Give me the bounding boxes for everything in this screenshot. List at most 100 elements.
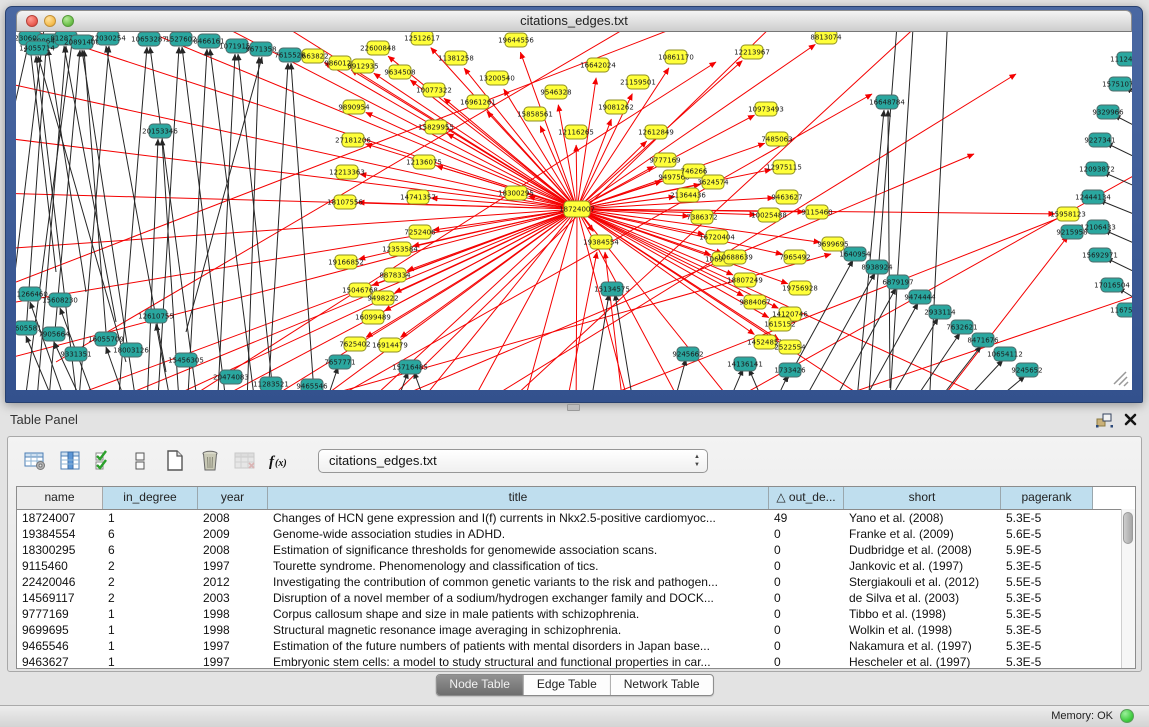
table-cell: Structural magnetic resonance image aver… xyxy=(268,622,769,638)
column-header-out_de[interactable]: △ out_de... xyxy=(769,487,844,509)
table-cell: Corpus callosum shape and size in male p… xyxy=(268,606,769,622)
merge-rows-icon[interactable] xyxy=(127,449,153,473)
graph-node-label: 13200540 xyxy=(479,75,515,83)
close-traffic-light-icon[interactable] xyxy=(26,15,38,27)
close-panel-icon[interactable] xyxy=(1124,413,1137,431)
graph-node-label: 15692971 xyxy=(1082,252,1118,260)
table-row[interactable]: 969969511998Structural magnetic resonanc… xyxy=(17,622,1135,638)
table-cell: 2008 xyxy=(198,542,268,558)
black-edge xyxy=(386,372,408,390)
graph-node-label: 9777169 xyxy=(649,157,680,165)
scrollbar-thumb[interactable] xyxy=(1123,512,1133,544)
table-cell: Estimation of significance thresholds fo… xyxy=(268,542,769,558)
graph-node-label: 16099489 xyxy=(355,314,391,322)
network-canvas[interactable]: 2260084896345081251261710077322113812581… xyxy=(16,32,1132,390)
table-cell: 5.5E-5 xyxy=(1001,574,1093,590)
table-cell: 0 xyxy=(769,606,844,622)
table-settings-icon[interactable] xyxy=(22,449,48,473)
column-header-in_degree[interactable]: in_degree xyxy=(103,487,198,509)
graph-node-label: 9115460 xyxy=(801,209,832,217)
graph-node-label: 9245652 xyxy=(1011,367,1042,375)
table-panel-title: Table Panel xyxy=(10,412,78,427)
table-select-dropdown[interactable]: citations_edges.txt ▲▼ xyxy=(318,449,708,473)
table-cell: 0 xyxy=(769,622,844,638)
table-row[interactable]: 1872400712008Changes of HCN gene express… xyxy=(17,510,1135,526)
table-row[interactable]: 2242004622012Investigating the contribut… xyxy=(17,574,1135,590)
graph-node-label: 7252406 xyxy=(404,229,436,237)
graph-node-label: 6879197 xyxy=(882,279,913,287)
new-table-icon[interactable] xyxy=(162,449,188,473)
graph-node-label: 20153346 xyxy=(142,128,178,136)
graph-node-label: 11124047 xyxy=(1110,56,1132,64)
network-window-titlebar[interactable]: citations_edges.txt xyxy=(16,10,1132,32)
table-row[interactable]: 946554611997Estimation of the future num… xyxy=(17,638,1135,654)
graph-node-label: 15958123 xyxy=(1050,211,1086,219)
table-cell: 0 xyxy=(769,558,844,574)
graph-node-label: 9890954 xyxy=(338,104,370,112)
table-cell: 1 xyxy=(103,638,198,654)
red-edge xyxy=(16,209,577,252)
red-edge xyxy=(36,209,577,390)
graph-node-label: 18807249 xyxy=(727,277,763,285)
column-header-title[interactable]: title xyxy=(268,487,769,509)
graph-node-label: 12093872 xyxy=(1079,166,1115,174)
table-cell: Changes of HCN gene expression and I(f) … xyxy=(268,510,769,526)
network-window[interactable]: citations_edges.txt 22600848963450812512… xyxy=(5,6,1143,403)
tab-node-table[interactable]: Node Table xyxy=(436,675,524,695)
graph-node-label: 746266 xyxy=(681,168,708,176)
black-edge xyxy=(666,359,686,390)
graph-node-label: 1733426 xyxy=(774,367,806,375)
tab-network-table[interactable]: Network Table xyxy=(611,675,713,695)
red-edge xyxy=(176,32,577,209)
graph-node-label: 12612849 xyxy=(638,129,674,137)
graph-node-label: 19166852 xyxy=(328,259,364,267)
graph-node-label: 10654112 xyxy=(987,351,1023,359)
table-row[interactable]: 977716911998Corpus callosum shape and si… xyxy=(17,606,1135,622)
graph-node-label: 2933114 xyxy=(924,309,956,317)
black-edge xyxy=(291,63,316,390)
graph-node-label: 18300295 xyxy=(498,190,534,198)
table-cell: Tourette syndrome. Phenomenology and cla… xyxy=(268,558,769,574)
graph-node-label: 12213363 xyxy=(329,169,365,177)
table-cell: 1998 xyxy=(198,622,268,638)
table-row[interactable]: 1830029562008Estimation of significance … xyxy=(17,542,1135,558)
graph-node-label: 14055714 xyxy=(19,45,55,53)
graph-node-label: 7657771 xyxy=(324,359,355,367)
column-header-name[interactable]: name xyxy=(17,487,103,509)
zoom-traffic-light-icon[interactable] xyxy=(62,15,74,27)
vertical-scrollbar[interactable] xyxy=(1121,509,1135,668)
column-header-year[interactable]: year xyxy=(198,487,268,509)
graph-node-label: 1640954 xyxy=(839,251,871,259)
check-rows-icon[interactable] xyxy=(92,449,118,473)
table-row[interactable]: 1456911722003Disruption of a novel membe… xyxy=(17,590,1135,606)
table-cell: 6 xyxy=(103,542,198,558)
minimize-traffic-light-icon[interactable] xyxy=(44,15,56,27)
graph-node-label: 8471676 xyxy=(967,337,999,345)
resize-grip-icon[interactable] xyxy=(1114,372,1128,386)
black-edge xyxy=(266,63,288,390)
table-row[interactable]: 911546021997Tourette syndrome. Phenomeno… xyxy=(17,558,1135,574)
table-row[interactable]: 1938455462009Genome-wide association stu… xyxy=(17,526,1135,542)
graph-node-label: 16914479 xyxy=(372,342,408,350)
table-cell: 5.3E-5 xyxy=(1001,622,1093,638)
graph-node-label: 7965492 xyxy=(779,254,810,262)
column-header-short[interactable]: short xyxy=(844,487,1001,509)
tab-edge-table[interactable]: Edge Table xyxy=(524,675,611,695)
graph-node-label: 10973493 xyxy=(748,106,784,114)
column-header-pagerank[interactable]: pagerank xyxy=(1001,487,1093,509)
black-edge xyxy=(30,302,76,390)
function-builder-icon[interactable]: f (x) xyxy=(267,449,293,473)
black-edge xyxy=(936,360,1003,390)
table-cell: 9115460 xyxy=(17,558,103,574)
graph-node-label: 9546328 xyxy=(540,89,571,97)
table-cell: Dudbridge et al. (2008) xyxy=(844,542,1001,558)
graph-node-label: 16055709 xyxy=(88,336,124,344)
table-cell: Tibbo et al. (1998) xyxy=(844,606,1001,622)
table-row[interactable]: 946362711997Embryonic stem cells: a mode… xyxy=(17,654,1135,669)
black-edge xyxy=(150,47,196,390)
float-window-icon[interactable] xyxy=(1096,413,1113,433)
select-columns-icon[interactable] xyxy=(57,449,83,473)
graph-node-label: 12116265 xyxy=(558,129,594,137)
delete-rows-trash-icon[interactable] xyxy=(197,449,223,473)
table-cell: 1 xyxy=(103,606,198,622)
